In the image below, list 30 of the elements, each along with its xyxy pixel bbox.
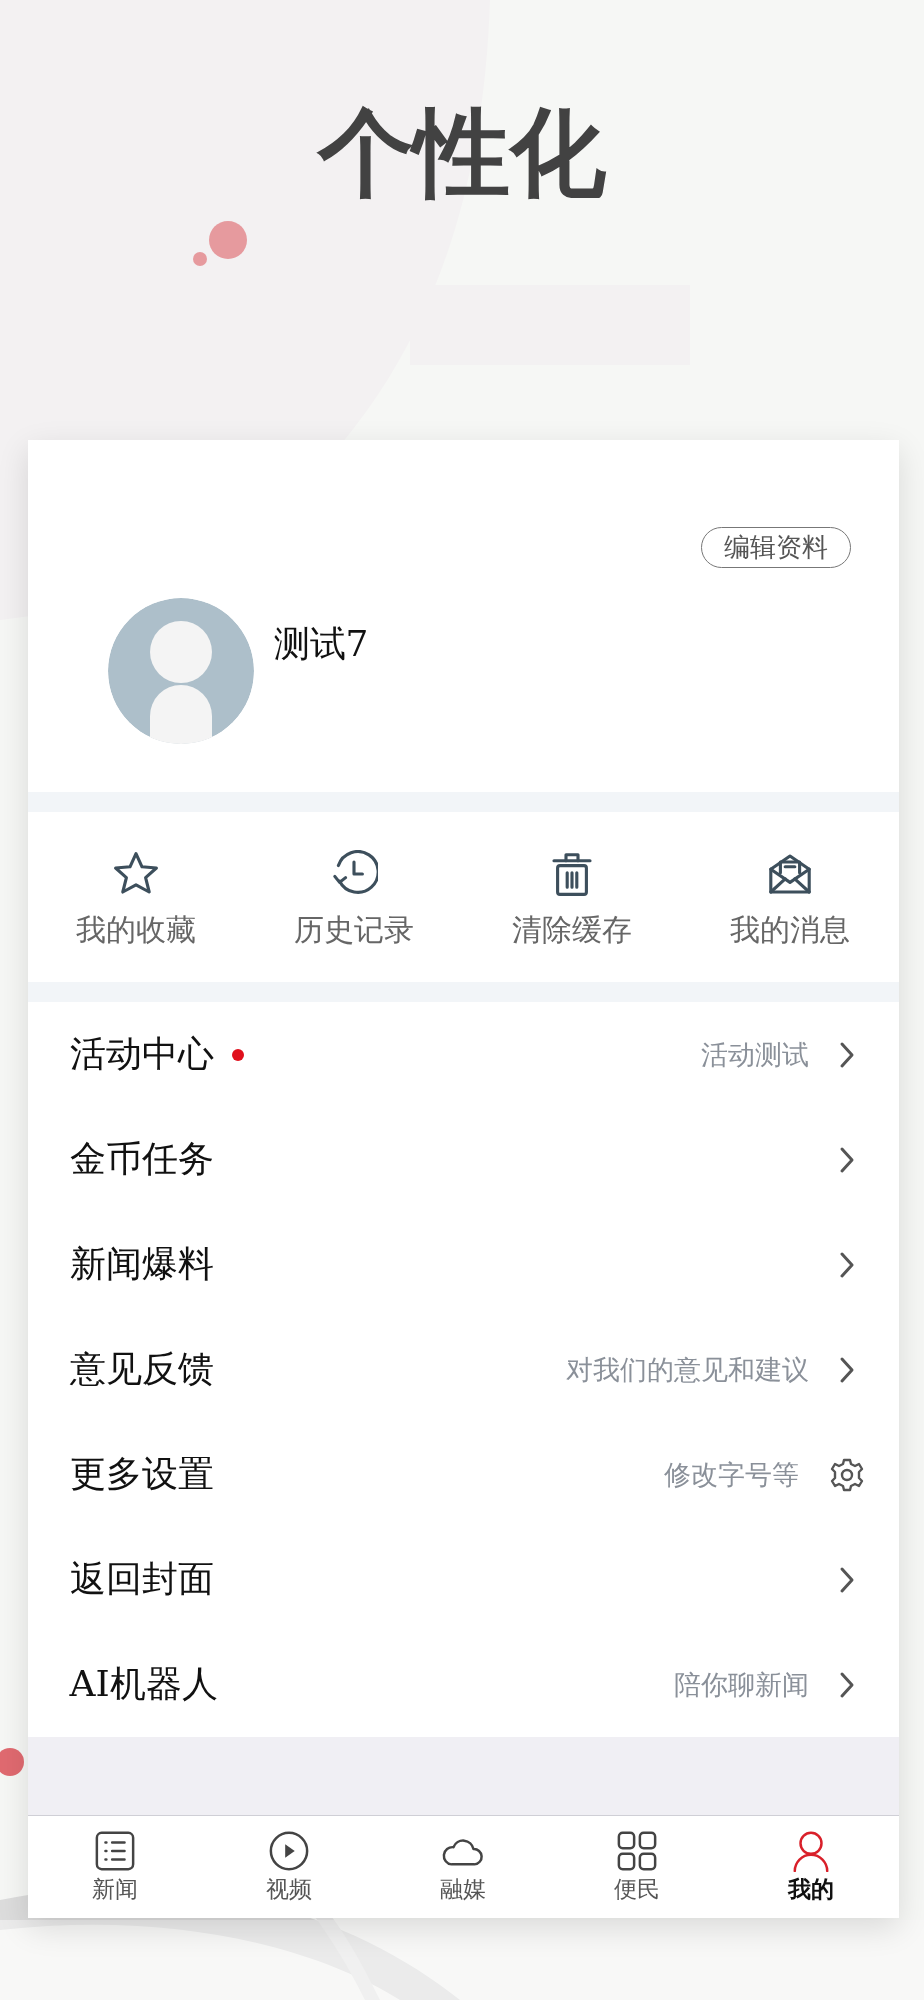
edit-profile-button[interactable]: 编辑资料	[700, 527, 851, 568]
chevron-icon	[838, 1040, 855, 1069]
list-icon	[93, 1829, 136, 1872]
menu-item[interactable]: 返回封面	[27, 1527, 899, 1632]
menu-item[interactable]: 意见反馈 对我们的意见和建议	[27, 1317, 899, 1422]
menu-item[interactable]: 新闻爆料	[27, 1212, 899, 1317]
menu-item[interactable]: 金币任务	[27, 1107, 899, 1212]
menu-item[interactable]: 更多设置 修改字号等	[27, 1422, 899, 1527]
chevron-icon	[838, 1355, 855, 1384]
tab-bar-item[interactable]: 视频	[201, 1829, 376, 1905]
shortcut-item[interactable]: 我的收藏	[27, 843, 246, 951]
menu-item[interactable]: 活动中心 活动测试	[27, 1002, 899, 1107]
user-name: 测试7	[273, 622, 369, 666]
shortcut-item[interactable]: 历史记录	[245, 843, 463, 951]
chevron-icon	[838, 1670, 855, 1699]
settings-icon	[828, 1456, 865, 1493]
chevron-icon	[838, 1145, 855, 1174]
tab-bar-item[interactable]: 便民	[550, 1829, 725, 1905]
chevron-icon	[838, 1565, 855, 1594]
play-icon	[267, 1829, 310, 1872]
chevron-icon	[838, 1250, 855, 1279]
menu-item[interactable]: AI机器人 陪你聊新闻	[27, 1632, 899, 1737]
shortcut-item[interactable]: 清除缓存	[463, 843, 681, 951]
tab-bar-item[interactable]: 我的	[724, 1829, 899, 1905]
shortcut-item[interactable]: 我的消息	[680, 843, 899, 951]
tab-bar-item[interactable]: 新闻	[27, 1829, 202, 1905]
avatar-icon[interactable]	[107, 598, 254, 744]
tab-bar-item[interactable]: 融媒	[375, 1829, 551, 1905]
page-headline: 个性化	[318, 98, 606, 211]
grid-icon	[616, 1829, 659, 1872]
